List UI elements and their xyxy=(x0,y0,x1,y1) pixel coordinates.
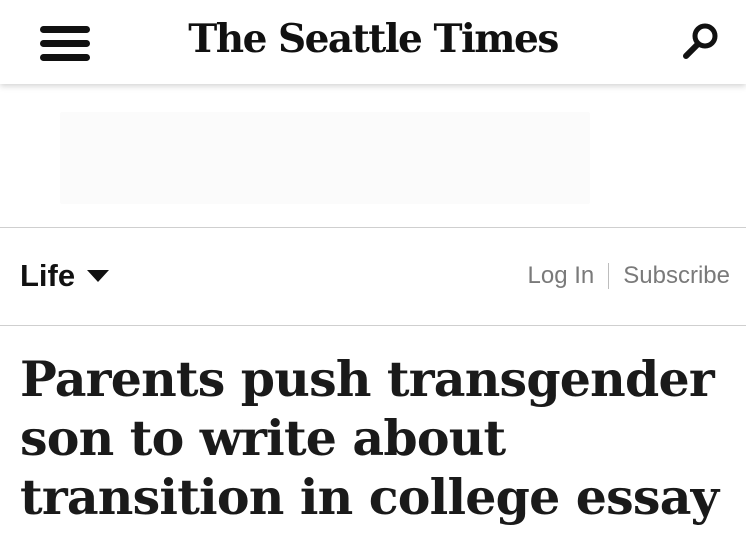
login-link[interactable]: Log In xyxy=(528,262,595,290)
site-logo[interactable]: The Seattle Times xyxy=(0,14,746,64)
article-headline: Parents push transgender son to write ab… xyxy=(20,350,719,526)
search-button[interactable] xyxy=(680,20,722,62)
ad-slot xyxy=(0,84,746,227)
link-separator xyxy=(608,263,610,289)
divider xyxy=(0,325,746,326)
section-label: Life xyxy=(20,258,76,293)
chevron-down-icon xyxy=(87,270,110,282)
site-header: The Seattle Times xyxy=(0,0,746,84)
ad-placeholder xyxy=(60,112,590,204)
account-links: Log In Subscribe xyxy=(528,258,730,294)
section-dropdown-button[interactable]: Life xyxy=(20,254,110,298)
section-nav: Life Log In Subscribe xyxy=(0,228,746,325)
subscribe-link[interactable]: Subscribe xyxy=(623,262,730,290)
search-icon xyxy=(683,23,718,59)
